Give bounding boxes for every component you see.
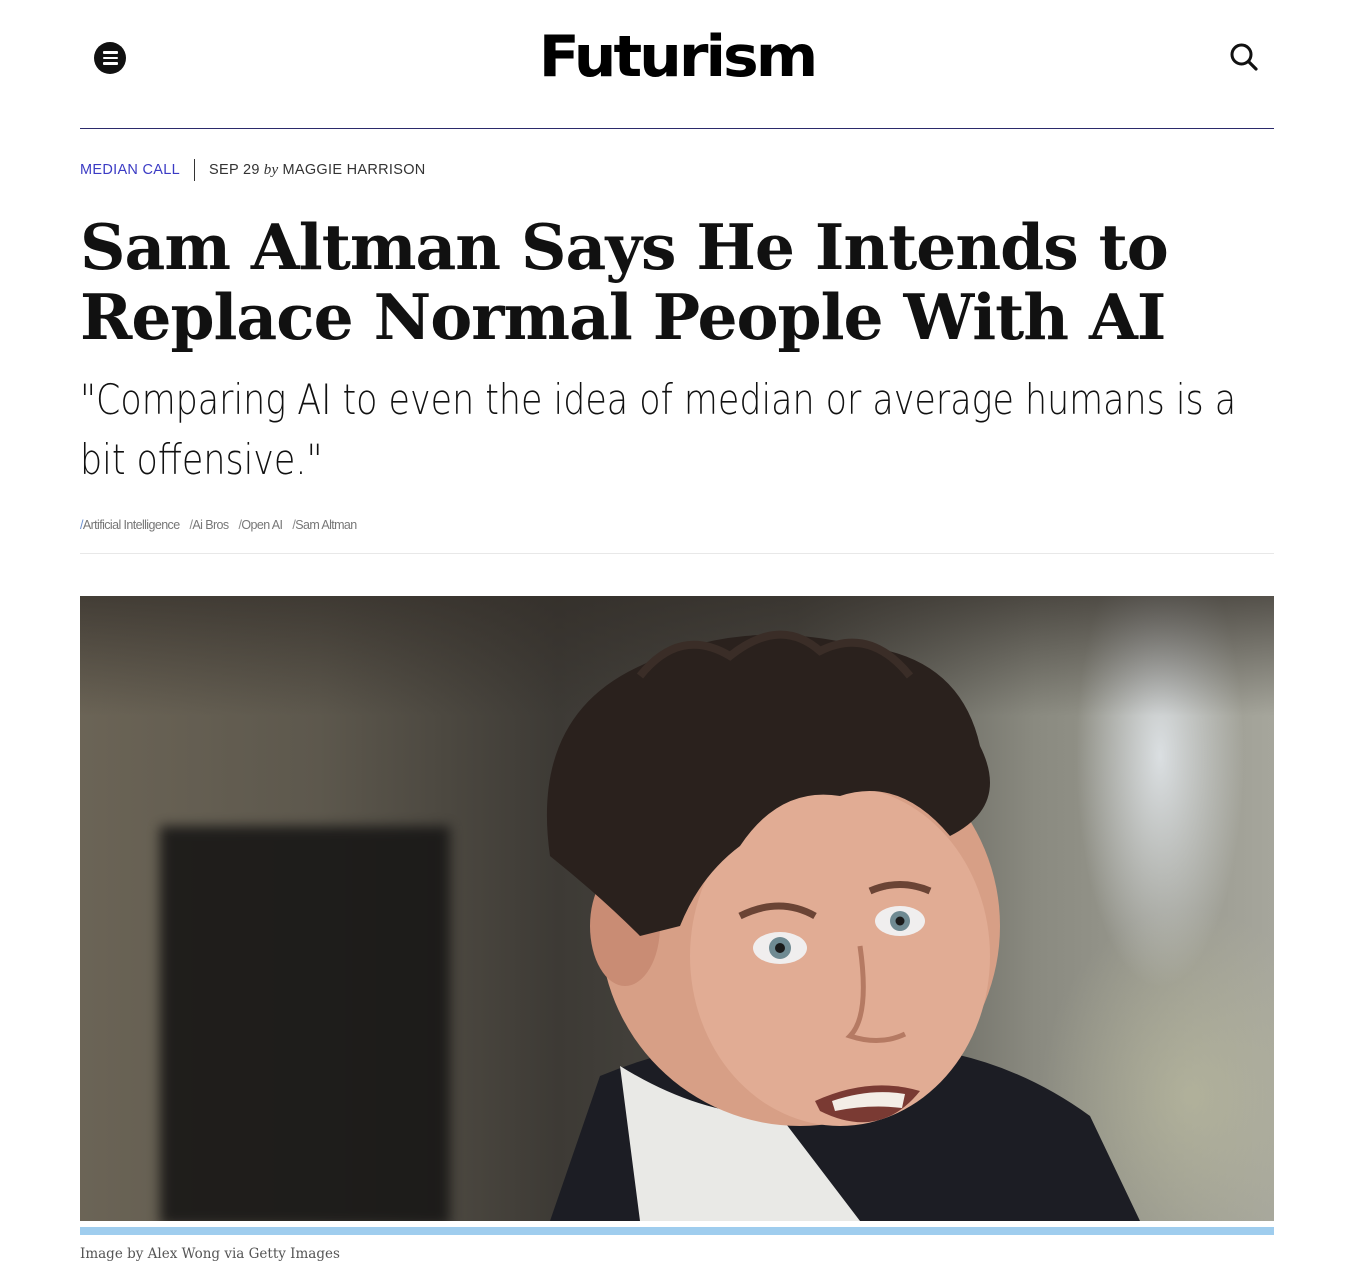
category-link[interactable]: MEDIAN CALL — [80, 162, 180, 178]
hero-image — [80, 596, 1274, 1221]
publish-date: SEP 29 — [209, 162, 260, 178]
article-meta: MEDIAN CALL SEP 29 by MAGGIE HARRISON — [80, 158, 426, 182]
image-caption: Image by Alex Wong via Getty Images — [80, 1246, 340, 1262]
tag-list: /Artificial Intelligence /Ai Bros /Open … — [80, 518, 357, 532]
author-link[interactable]: MAGGIE HARRISON — [282, 162, 425, 178]
byline-by: by — [263, 161, 279, 178]
portrait-illustration — [546, 630, 1140, 1221]
meta-divider — [194, 159, 195, 181]
article-dek: "Comparing AI to even the idea of median… — [80, 375, 1237, 484]
image-progress-bar — [80, 1227, 1274, 1235]
site-header: Futurism — [80, 0, 1274, 129]
tag-label: Sam Altman — [295, 518, 357, 532]
tags-divider — [80, 553, 1274, 554]
site-logo[interactable]: Futurism — [80, 24, 1274, 91]
search-icon[interactable] — [1228, 41, 1260, 73]
tag-label: Open AI — [241, 518, 283, 532]
tag-label: Ai Bros — [192, 518, 229, 532]
tag-link[interactable]: /Sam Altman — [292, 518, 357, 532]
tag-link[interactable]: /Artificial Intelligence — [80, 518, 180, 532]
tag-link[interactable]: /Open AI — [239, 518, 283, 532]
tag-label: Artificial Intelligence — [82, 518, 180, 532]
tag-link[interactable]: /Ai Bros — [190, 518, 230, 532]
article-title: Sam Altman Says He Intends to Replace No… — [80, 210, 1169, 354]
